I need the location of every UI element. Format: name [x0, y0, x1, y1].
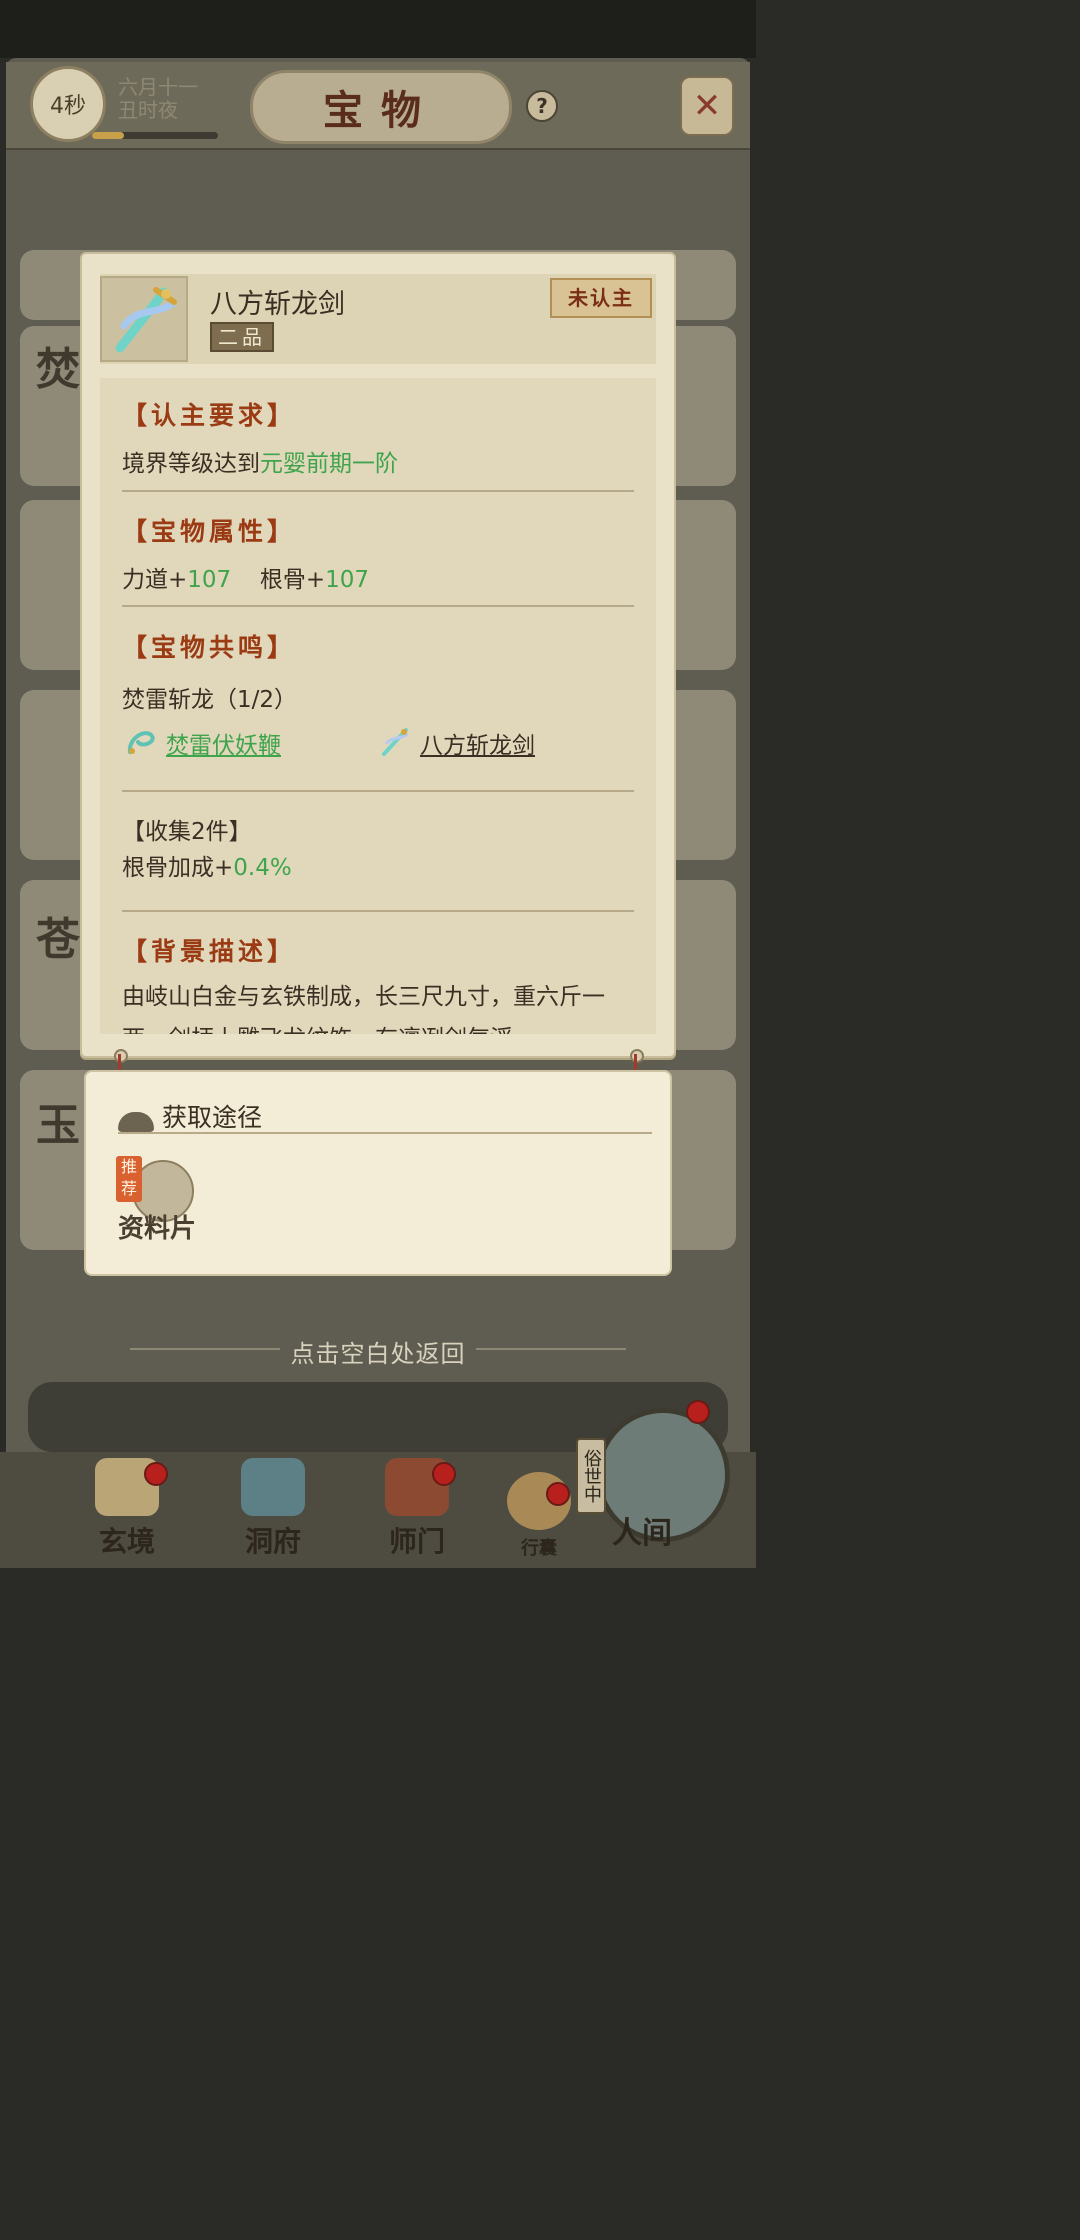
close-x-icon[interactable]: ✕	[680, 76, 734, 136]
nav-label[interactable]: 人间	[612, 1508, 672, 1552]
requirement-value: 元婴前期一阶	[260, 451, 398, 477]
sword-icon	[100, 276, 188, 362]
whip-icon	[124, 724, 158, 758]
attr-label: 力道+	[122, 567, 188, 593]
date-line2: 丑时夜	[118, 98, 178, 122]
attr-label: 根骨+	[259, 567, 326, 593]
game-date: 六月十一 丑时夜	[118, 76, 198, 122]
nav-label: 行囊	[521, 1538, 557, 1559]
requirement-line: 境界等级达到元婴前期一阶	[122, 444, 398, 478]
bg-glyph: 苍	[36, 914, 80, 965]
nav-item-shimen[interactable]: 师门	[362, 1450, 472, 1560]
string-knob	[114, 1049, 128, 1063]
notification-dot	[686, 1400, 710, 1424]
timer-text: 4秒	[50, 94, 86, 119]
divider	[122, 790, 634, 792]
collect-bonus-title: 【收集2件】	[122, 819, 252, 845]
bonus-label: 根骨加成+	[122, 855, 234, 881]
attr-value: 107	[325, 567, 369, 593]
section-title-resonance: 【宝物共鸣】	[122, 633, 297, 662]
requirement-prefix: 境界等级达到	[122, 451, 260, 477]
return-hint[interactable]: 点击空白处返回	[0, 1334, 756, 1369]
section-title-attributes: 【宝物属性】	[122, 517, 297, 546]
notification-dot	[546, 1482, 570, 1506]
set-piece-link-whip[interactable]: 焚雷伏妖鞭	[166, 726, 281, 760]
nav-item-dongfu[interactable]: 洞府	[218, 1450, 328, 1560]
nav-label: 师门	[388, 1525, 445, 1558]
grade-badge: 二品	[210, 322, 274, 352]
timer-badge: 4秒	[30, 66, 106, 142]
bonus-value: 0.4%	[233, 855, 292, 881]
divider	[122, 490, 634, 492]
section-title-background: 【背景描述】	[122, 937, 297, 966]
status-bar	[0, 0, 756, 58]
bind-status-badge: 未认主	[550, 278, 652, 318]
acquire-divider	[118, 1132, 652, 1134]
recommend-tag: 推荐	[116, 1156, 142, 1202]
background-description: 由岐山白金与玄铁制成，长三尺九寸，重六斤一两，剑柄上雕飞龙纹饰，有凛冽剑气浮	[122, 984, 605, 1034]
string-knob	[630, 1049, 644, 1063]
notification-dot	[432, 1462, 456, 1486]
nav-label: 洞府	[244, 1525, 301, 1558]
question-mark-icon[interactable]: ?	[526, 90, 558, 122]
attributes-line: 力道+107 根骨+107	[122, 560, 369, 594]
bg-glyph: 玉	[36, 1100, 80, 1151]
divider	[122, 910, 634, 912]
pavilion-icon	[241, 1458, 305, 1516]
date-line1: 六月十一	[118, 75, 198, 99]
nav-label: 玄境	[98, 1525, 155, 1558]
date-progress-fill	[92, 132, 124, 139]
collect-bonus-line: 根骨加成+0.4%	[122, 848, 292, 882]
description-clip: 由岐山白金与玄铁制成，长三尺九寸，重六斤一两，剑柄上雕飞龙纹饰，有凛冽剑气浮	[100, 970, 656, 1034]
sword-icon	[378, 724, 412, 758]
bg-glyph: 焚	[36, 344, 80, 395]
page-title: 宝物	[250, 70, 512, 144]
set-piece-link-sword[interactable]: 八方斩龙剑	[420, 726, 535, 760]
acquire-source-label: 资料片	[118, 1214, 197, 1244]
item-name: 八方斩龙剑	[210, 289, 345, 320]
attr-value: 107	[187, 567, 232, 593]
section-title-requirement: 【认主要求】	[122, 401, 297, 430]
set-name: 焚雷斩龙（1/2）	[122, 687, 298, 713]
acquire-title: 获取途径	[162, 1103, 263, 1132]
world-tag: 俗世中	[576, 1438, 606, 1514]
divider	[122, 605, 634, 607]
notification-dot	[144, 1462, 168, 1486]
